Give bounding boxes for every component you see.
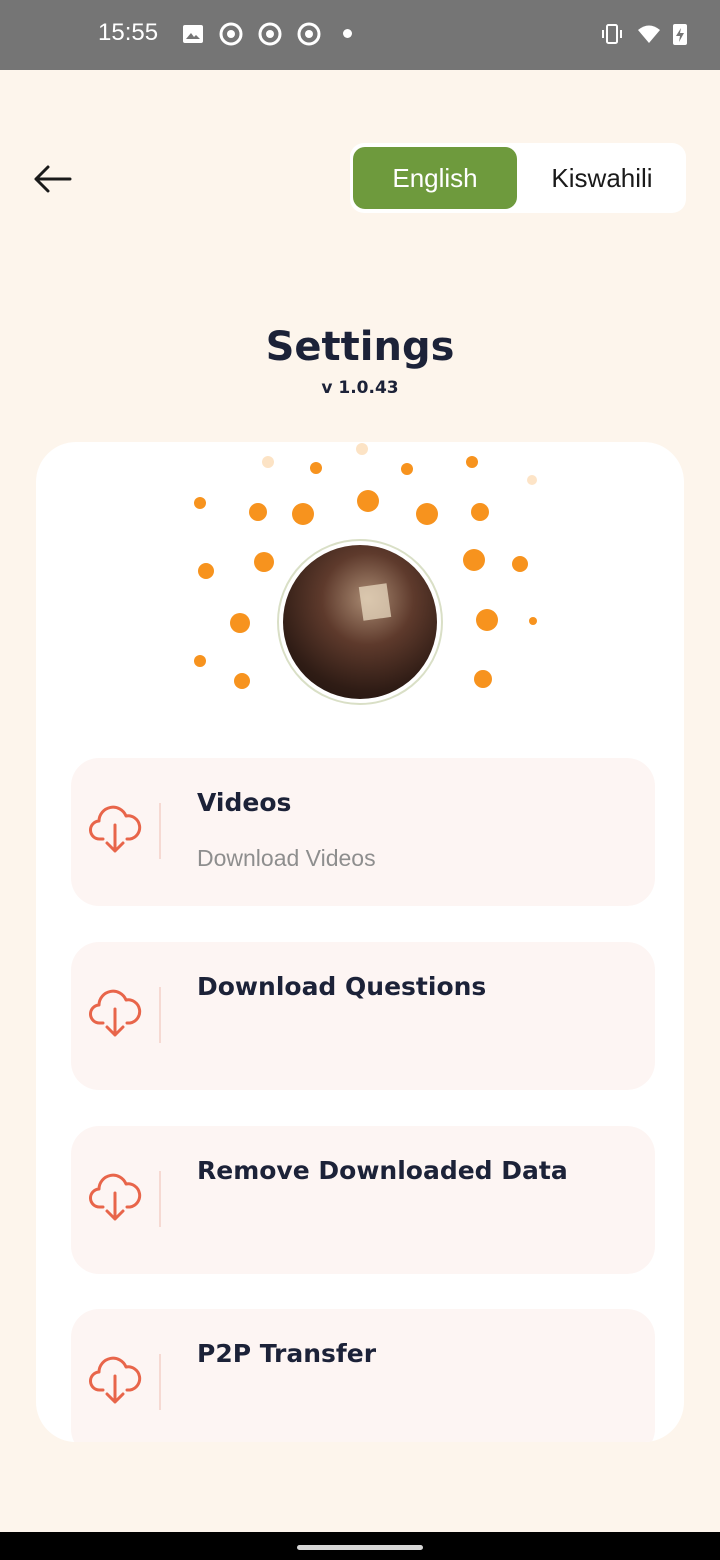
page-title: Settings [265,324,455,370]
status-bar: 15:55 [0,0,720,70]
chrome-icon [258,22,282,46]
settings-item-videos[interactable]: Videos Download Videos [71,758,655,906]
item-title: P2P Transfer [197,1339,377,1368]
dot-icon [343,29,352,38]
settings-item-p2p-transfer[interactable]: P2P Transfer [71,1309,655,1442]
settings-item-download-questions[interactable]: Download Questions [71,942,655,1090]
avatar-image [283,545,437,699]
status-time: 15:55 [98,19,159,46]
cloud-download-icon [89,989,142,1037]
image-icon [183,25,203,43]
language-option-kiswahili[interactable]: Kiswahili [522,147,682,209]
app-version: v 1.0.43 [321,378,399,398]
back-button[interactable] [28,160,76,198]
cloud-download-icon [89,805,142,853]
avatar[interactable] [277,539,443,705]
item-subtitle: Download Videos [197,845,376,871]
item-title: Remove Downloaded Data [197,1156,568,1185]
item-divider [159,1354,161,1410]
cloud-download-icon [89,1356,142,1404]
item-title: Download Questions [197,972,487,1001]
home-gesture-handle[interactable] [297,1545,423,1550]
item-divider [159,803,161,859]
battery-charging-icon [673,24,687,45]
item-title: Videos [197,788,292,817]
language-toggle: English Kiswahili [350,143,686,213]
settings-item-remove-downloaded-data[interactable]: Remove Downloaded Data [71,1126,655,1274]
arrow-left-icon [34,165,72,193]
settings-card: Videos Download Videos Download Question… [36,442,684,1442]
vibrate-icon [602,24,622,44]
item-divider [159,987,161,1043]
language-option-english[interactable]: English [353,147,517,209]
wifi-icon [638,25,660,43]
cloud-download-icon [89,1173,142,1221]
item-divider [159,1171,161,1227]
chrome-icon [219,22,243,46]
chrome-icon [297,22,321,46]
